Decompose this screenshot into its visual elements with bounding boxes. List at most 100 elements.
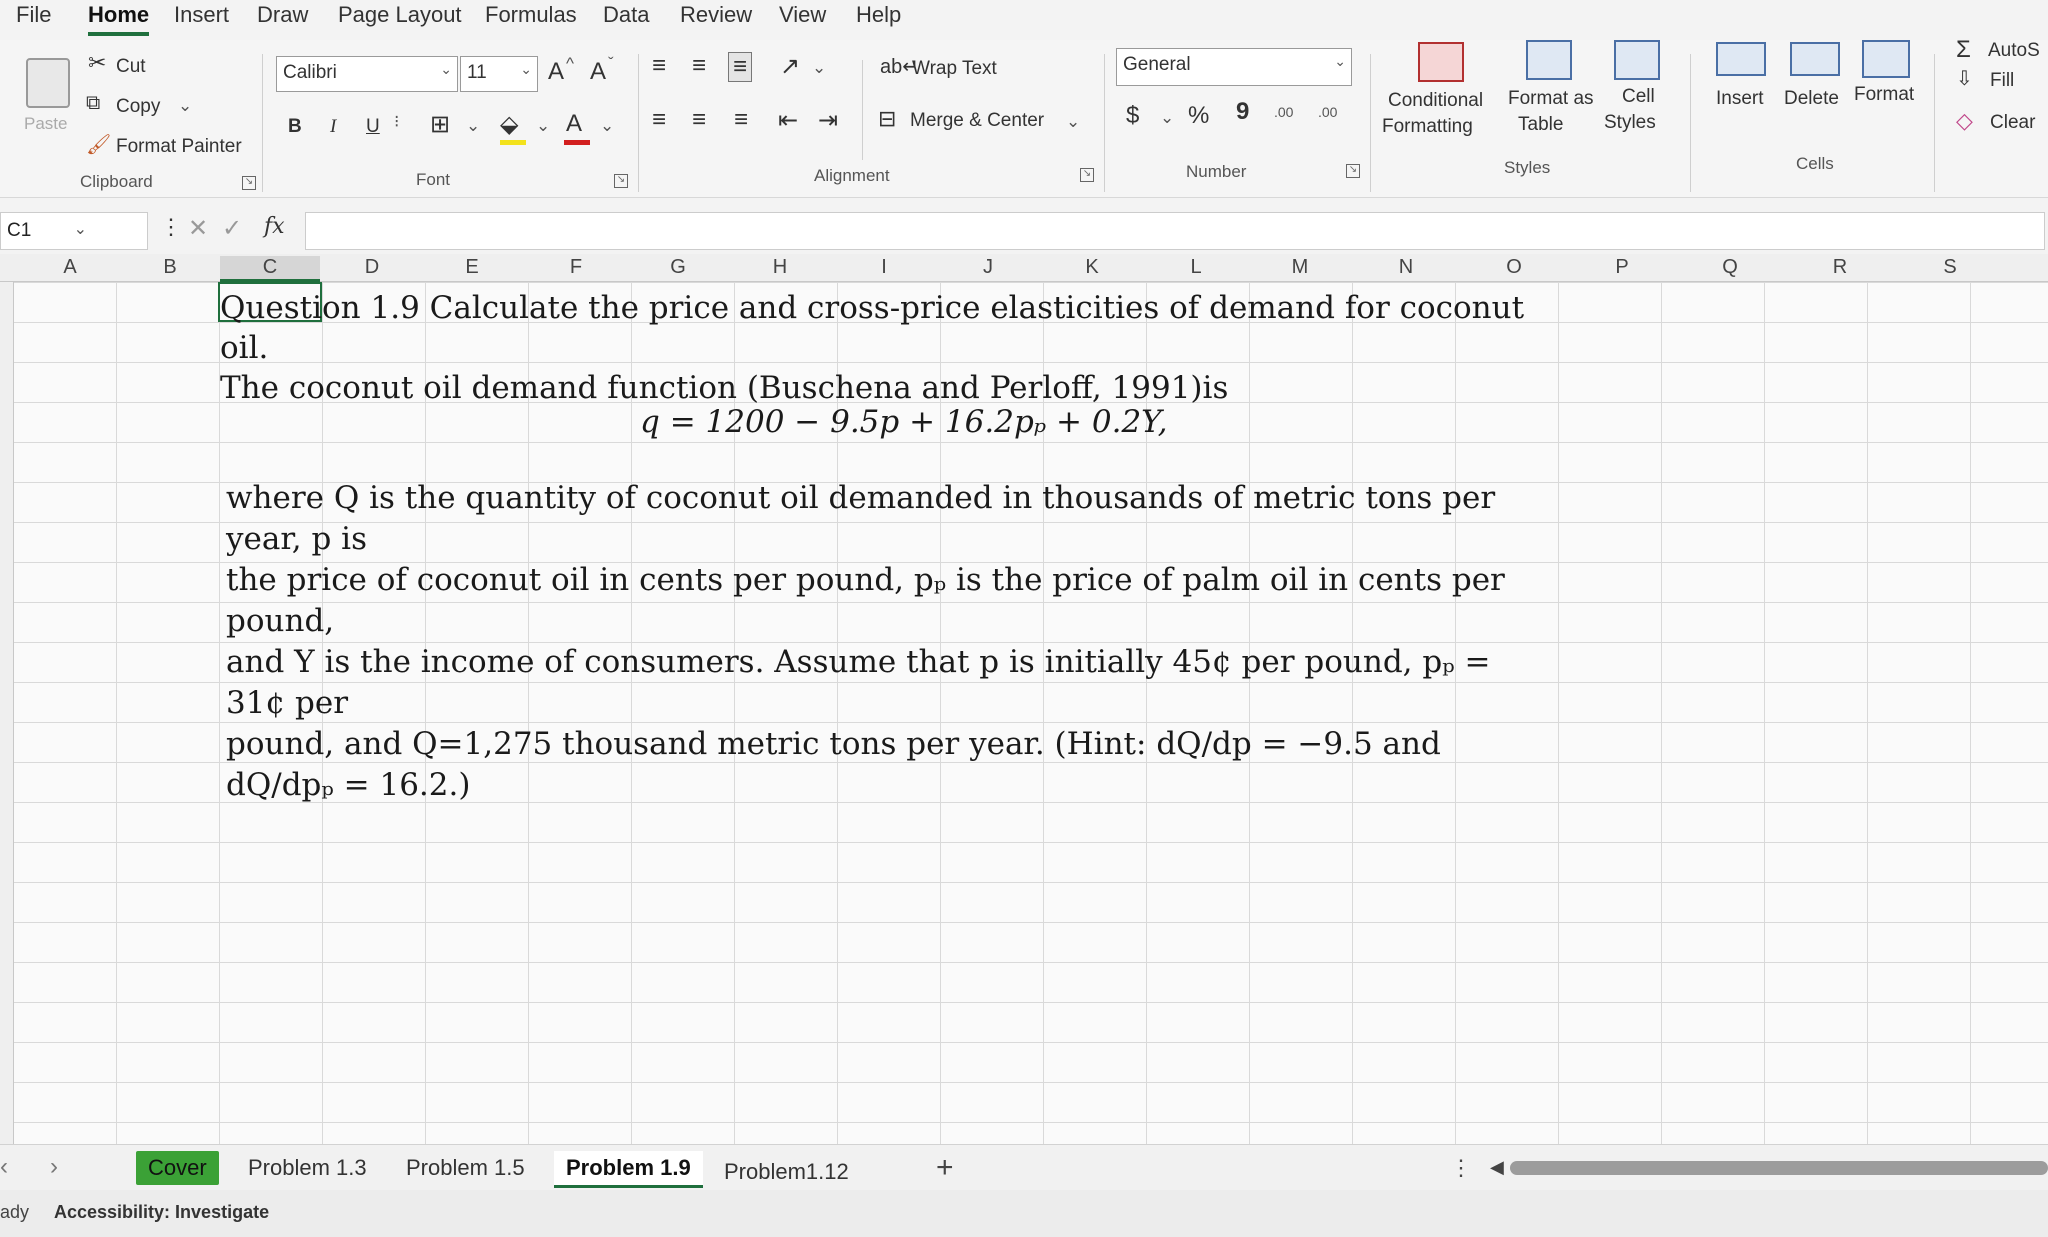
column-header-selected[interactable]: C (220, 256, 320, 282)
delete-cells-icon[interactable] (1790, 42, 1840, 76)
align-middle-icon[interactable]: ≡ (692, 52, 706, 80)
column-header[interactable]: O (1494, 256, 1534, 279)
font-size-select[interactable]: 11 ⌄ (460, 56, 538, 92)
percent-button[interactable]: % (1188, 102, 1209, 130)
increase-indent-icon[interactable]: ⇥ (818, 106, 838, 135)
wrap-text-button[interactable]: Wrap Text (912, 58, 997, 80)
chevron-right-icon[interactable]: › (50, 1153, 58, 1181)
orientation-dropdown-icon[interactable]: ⌄ (812, 58, 826, 78)
fill-color-dropdown-icon[interactable]: ⌄ (536, 116, 550, 136)
format-as-table-label-2[interactable]: Table (1518, 114, 1563, 136)
orientation-icon[interactable]: ↗ (780, 52, 800, 81)
borders-icon[interactable]: ⊞ (430, 110, 450, 139)
copy-dropdown-icon[interactable]: ⌄ (178, 96, 192, 116)
insert-cells-button[interactable]: Insert (1716, 88, 1764, 110)
merge-center-button[interactable]: Merge & Center (910, 110, 1044, 132)
name-box[interactable]: C1 ⌄ (0, 212, 148, 250)
format-as-table-label-1[interactable]: Format as (1508, 88, 1594, 110)
column-header[interactable]: E (452, 256, 492, 279)
more-options-icon[interactable]: ⋮ (1450, 1155, 1472, 1181)
sheet-tab-problem-1-9[interactable]: Problem 1.9 (554, 1151, 703, 1188)
underline-dropdown-icon[interactable]: ⁝ (394, 112, 399, 132)
increase-decimal-button[interactable]: .00 (1274, 104, 1293, 120)
align-top-icon[interactable]: ≡ (652, 52, 666, 80)
accessibility-status[interactable]: Accessibility: Investigate (54, 1202, 269, 1223)
menu-help[interactable]: Help (856, 2, 901, 28)
horizontal-scrollbar[interactable] (1510, 1161, 2048, 1175)
number-dialog-launcher[interactable]: ↘ (1346, 164, 1360, 178)
scroll-left-icon[interactable]: ◀ (1490, 1157, 1504, 1178)
column-header[interactable]: Q (1710, 256, 1750, 279)
menu-view[interactable]: View (779, 2, 826, 28)
chevron-left-icon[interactable]: ‹ (0, 1153, 8, 1181)
format-cells-icon[interactable] (1862, 40, 1910, 78)
conditional-formatting-label-1[interactable]: Conditional (1388, 90, 1483, 112)
column-header[interactable]: I (864, 256, 904, 279)
sheet-tab-problem-1-12[interactable]: Problem1.12 (712, 1155, 861, 1189)
italic-button[interactable]: I (330, 116, 336, 138)
menu-page-layout[interactable]: Page Layout (338, 2, 462, 28)
number-format-select[interactable]: General ⌄ (1116, 48, 1352, 86)
cell-styles-label-1[interactable]: Cell (1622, 86, 1655, 108)
cell-styles-icon[interactable] (1614, 40, 1660, 80)
clipboard-dialog-launcher[interactable]: ↘ (242, 176, 256, 190)
conditional-formatting-label-2[interactable]: Formatting (1382, 116, 1473, 138)
bold-button[interactable]: B (288, 116, 302, 138)
format-cells-button[interactable]: Format (1854, 84, 1914, 106)
sheet-tab-cover[interactable]: Cover (136, 1151, 219, 1185)
grow-font-button[interactable]: A (548, 58, 564, 86)
column-header[interactable]: F (556, 256, 596, 279)
shrink-font-button[interactable]: A (590, 58, 606, 86)
menu-formulas[interactable]: Formulas (485, 2, 577, 28)
format-as-table-icon[interactable] (1526, 40, 1572, 80)
font-dialog-launcher[interactable]: ↘ (614, 174, 628, 188)
sheet-tab-problem-1-3[interactable]: Problem 1.3 (236, 1151, 379, 1185)
column-header[interactable]: N (1386, 256, 1426, 279)
comma-style-button[interactable]: 9 (1236, 98, 1249, 126)
borders-dropdown-icon[interactable]: ⌄ (466, 116, 480, 136)
column-header[interactable]: S (1930, 256, 1970, 279)
sheet-tab-problem-1-5[interactable]: Problem 1.5 (394, 1151, 537, 1185)
alignment-dialog-launcher[interactable]: ↘ (1080, 168, 1094, 182)
fill-button[interactable]: Fill (1990, 70, 2014, 92)
paste-icon[interactable] (26, 58, 70, 108)
column-header[interactable]: R (1820, 256, 1860, 279)
menu-data[interactable]: Data (603, 2, 649, 28)
column-header[interactable]: P (1602, 256, 1642, 279)
column-header[interactable]: H (760, 256, 800, 279)
delete-cells-button[interactable]: Delete (1784, 88, 1839, 110)
menu-file[interactable]: File (16, 2, 51, 28)
currency-dropdown-icon[interactable]: ⌄ (1160, 108, 1174, 128)
align-center-icon[interactable]: ≡ (692, 106, 706, 134)
column-header[interactable]: J (968, 256, 1008, 279)
menu-review[interactable]: Review (680, 2, 752, 28)
enter-icon[interactable]: ✓ (222, 214, 242, 243)
formula-input[interactable] (305, 212, 2045, 250)
insert-function-button[interactable]: fx (264, 214, 285, 239)
conditional-formatting-icon[interactable] (1418, 42, 1464, 82)
cancel-icon[interactable]: ✕ (188, 214, 208, 243)
decrease-decimal-button[interactable]: .00 (1318, 104, 1337, 120)
menu-draw[interactable]: Draw (257, 2, 308, 28)
copy-button[interactable]: Copy (116, 96, 160, 118)
align-right-icon[interactable]: ≡ (734, 106, 748, 134)
paste-button[interactable]: Paste (24, 114, 67, 134)
column-header[interactable]: A (50, 256, 90, 279)
currency-button[interactable]: $ (1126, 102, 1139, 130)
font-color-dropdown-icon[interactable]: ⌄ (600, 116, 614, 136)
column-header[interactable]: K (1072, 256, 1112, 279)
align-bottom-icon[interactable]: ≡ (728, 52, 753, 82)
font-color-button[interactable]: A (566, 110, 582, 138)
menu-insert[interactable]: Insert (174, 2, 229, 28)
insert-cells-icon[interactable] (1716, 42, 1766, 76)
align-left-icon[interactable]: ≡ (652, 106, 666, 134)
more-options-icon[interactable]: ⋮ (160, 214, 182, 240)
merge-dropdown-icon[interactable]: ⌄ (1066, 112, 1080, 132)
format-painter-button[interactable]: Format Painter (116, 136, 242, 158)
underline-button[interactable]: U (366, 116, 380, 138)
autosum-button[interactable]: AutoS (1988, 40, 2040, 62)
column-header[interactable]: B (150, 256, 190, 279)
column-header[interactable]: L (1176, 256, 1216, 279)
column-header[interactable]: D (352, 256, 392, 279)
clear-button[interactable]: Clear (1990, 112, 2035, 134)
